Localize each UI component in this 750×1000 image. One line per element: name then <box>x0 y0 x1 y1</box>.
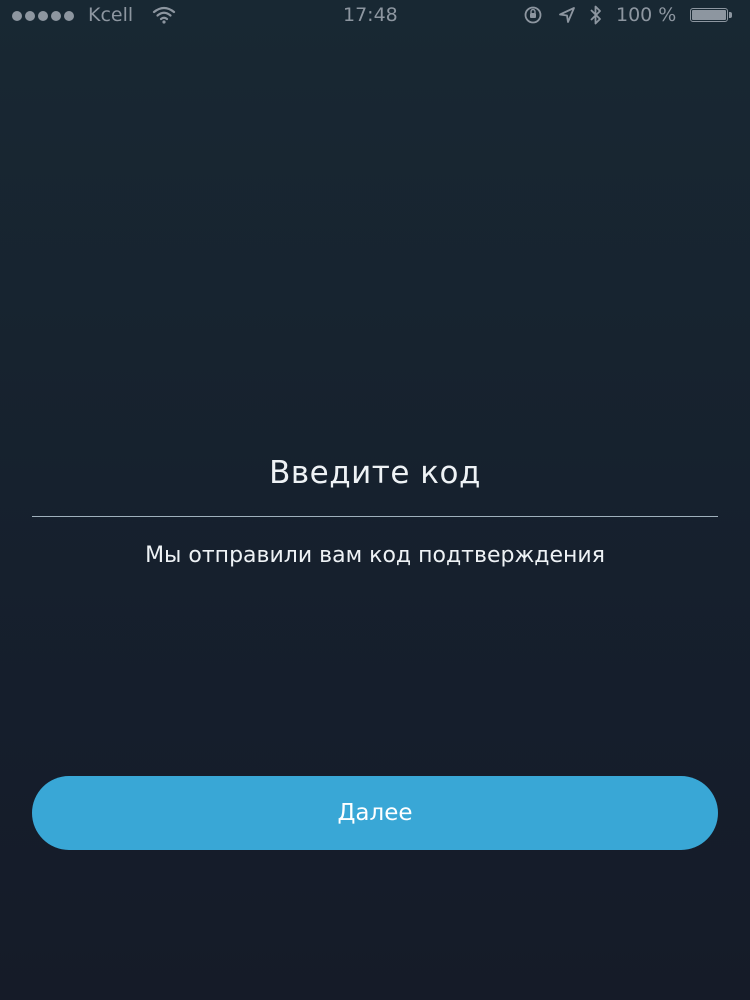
battery-icon <box>690 8 734 24</box>
carrier-name: Kcell <box>88 4 134 26</box>
bluetooth-icon <box>590 5 601 25</box>
status-bar: Kcell 17:48 100 % <box>0 0 750 30</box>
rotation-lock-icon <box>524 6 542 24</box>
code-sent-message: Мы отправили вам код подтверждения <box>145 543 605 568</box>
status-time: 17:48 <box>343 4 398 26</box>
wifi-icon <box>152 6 176 24</box>
verification-code-input[interactable] <box>32 470 718 517</box>
verification-screen: Kcell 17:48 100 % Введите код Мы отправи… <box>0 0 750 1000</box>
location-arrow-icon <box>559 7 575 23</box>
next-button[interactable]: Далее <box>32 776 718 850</box>
battery-percentage: 100 % <box>616 4 677 26</box>
signal-strength-icon <box>12 11 74 21</box>
